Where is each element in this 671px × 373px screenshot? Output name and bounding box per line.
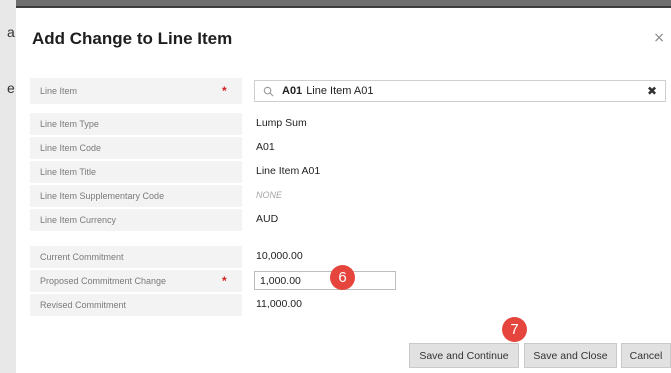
supplementary-code-row: Line Item Supplementary Code NONE (30, 185, 671, 207)
currency-label: Line Item Currency (30, 209, 242, 231)
background-page: a e (0, 0, 16, 373)
required-marker: * (222, 84, 227, 98)
line-item-title-row: Line Item Title Line Item A01 (30, 161, 671, 183)
save-and-continue-button[interactable]: Save and Continue (409, 343, 519, 368)
revised-commitment-label: Revised Commitment (30, 294, 242, 316)
line-item-name-text: Line Item A01 (306, 85, 374, 97)
supplementary-code-label: Line Item Supplementary Code (30, 185, 242, 207)
line-item-code-text: A01 (282, 85, 303, 97)
currency-row: Line Item Currency AUD (30, 209, 671, 231)
line-item-label: Line Item * (30, 78, 242, 104)
search-icon (263, 86, 274, 96)
currency-value: AUD (256, 213, 279, 225)
line-item-type-value: Lump Sum (256, 117, 307, 129)
background-text: a (7, 24, 15, 40)
line-item-title-value: Line Item A01 (256, 165, 321, 177)
line-item-type-label: Line Item Type (30, 113, 242, 135)
line-item-code-row: Line Item Code A01 (30, 137, 671, 159)
line-item-code-label: Line Item Code (30, 137, 242, 159)
dialog-title: Add Change to Line Item (32, 29, 233, 48)
line-item-row: Line Item * A01 Line Item A01 ✖ (30, 78, 671, 104)
current-commitment-value: 10,000.00 (256, 250, 303, 262)
line-item-search-input[interactable]: A01 Line Item A01 ✖ (254, 80, 666, 102)
cancel-button[interactable]: Cancel (621, 343, 671, 368)
step-6-badge: 6 (330, 265, 355, 290)
save-and-close-button[interactable]: Save and Close (524, 343, 617, 368)
required-marker: * (222, 274, 227, 288)
revised-commitment-row: Revised Commitment 11,000.00 (30, 294, 671, 316)
close-icon[interactable]: × (653, 30, 665, 46)
line-item-code-value: A01 (256, 141, 275, 153)
line-item-title-label: Line Item Title (30, 161, 242, 183)
add-change-dialog: Add Change to Line Item × Line Item * A0… (16, 6, 671, 373)
clear-icon[interactable]: ✖ (647, 84, 657, 98)
background-text: e (7, 80, 15, 96)
step-7-badge: 7 (502, 317, 527, 342)
supplementary-code-value: NONE (256, 190, 283, 200)
line-item-type-row: Line Item Type Lump Sum (30, 113, 671, 135)
proposed-change-input[interactable] (254, 271, 396, 290)
proposed-change-label: Proposed Commitment Change * (30, 270, 242, 292)
current-commitment-row: Current Commitment 10,000.00 (30, 246, 671, 268)
revised-commitment-value: 11,000.00 (256, 298, 302, 310)
current-commitment-label: Current Commitment (30, 246, 242, 268)
